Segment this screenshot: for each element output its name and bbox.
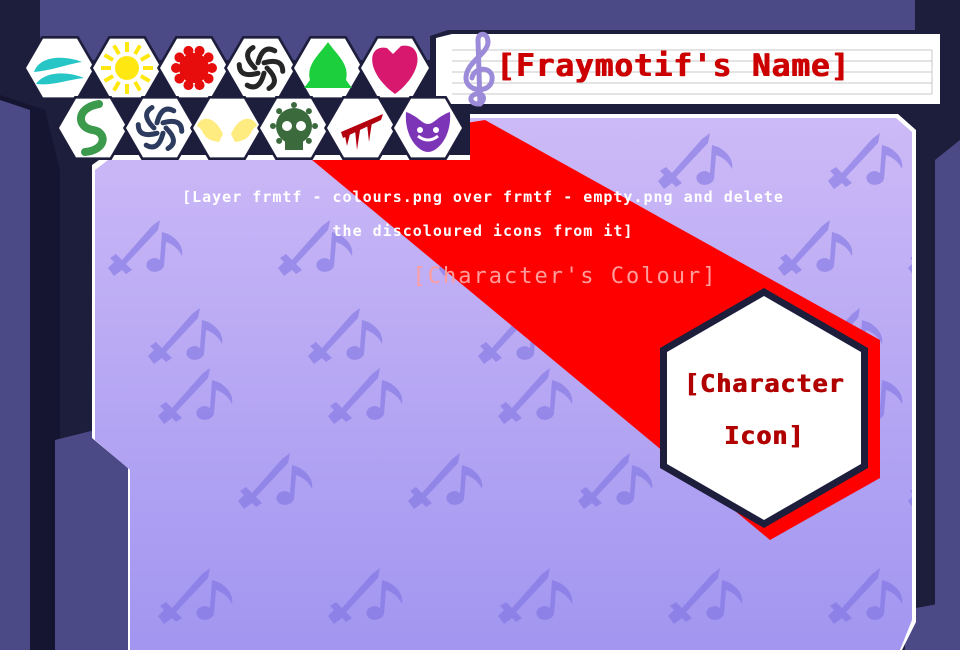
doom-icon (270, 102, 318, 150)
fraymotif-name: [Fraymotif's Name] (496, 48, 850, 84)
instruction-line-2: the discoloured icons from it] (332, 222, 634, 240)
frame-bottom-left-block (55, 430, 128, 650)
fraymotif-template-canvas: [Fraymotif's Name] [Layer frmtf - colour… (0, 0, 960, 650)
frame-right-pillar (935, 140, 960, 650)
frame-left-pillar (0, 100, 30, 650)
character-icon-label-line-1: [Character (683, 369, 845, 398)
character-icon-label: [Character Icon] (666, 358, 862, 462)
character-icon-label-line-2: Icon] (723, 421, 805, 450)
character-colour-label: [Character's Colour] (412, 264, 718, 289)
template-artwork (0, 0, 960, 650)
instruction-line-1: [Layer frmtf - colours.png over frmtf - … (182, 188, 784, 206)
